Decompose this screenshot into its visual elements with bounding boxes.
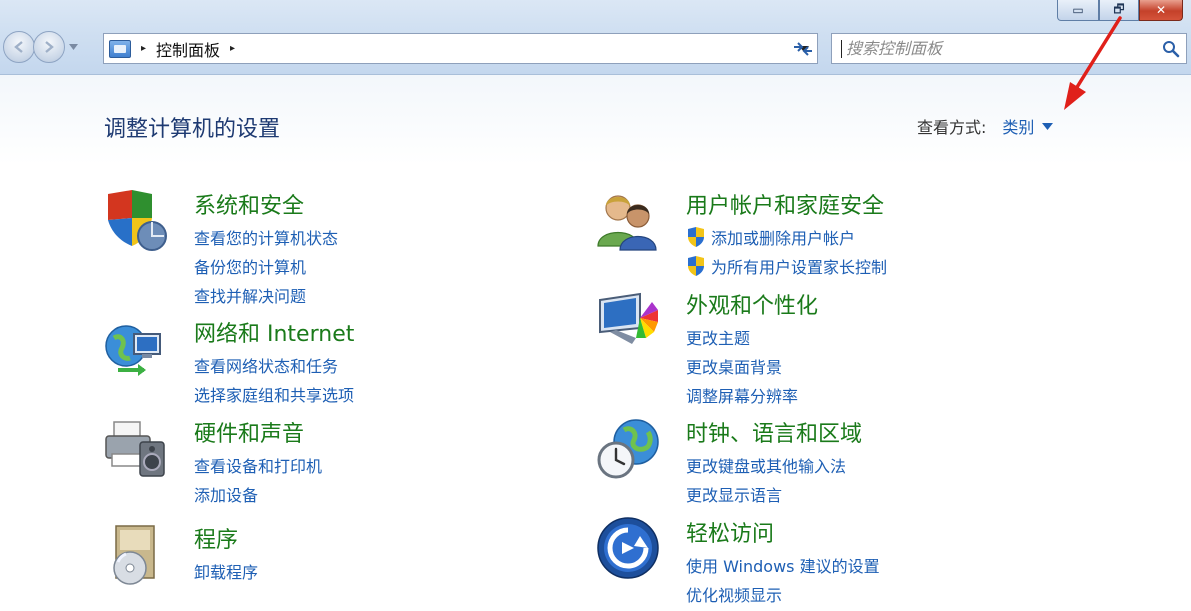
category-title[interactable]: 程序 xyxy=(194,522,238,554)
link-optimize-video-display[interactable]: 优化视频显示 xyxy=(686,579,880,608)
link-view-devices-printers[interactable]: 查看设备和打印机 xyxy=(194,450,322,479)
category-links: 使用 Windows 建议的设置 优化视频显示 xyxy=(686,550,880,608)
window-controls: ▭ 🗗 ✕ xyxy=(1057,0,1183,21)
link-use-windows-recommended[interactable]: 使用 Windows 建议的设置 xyxy=(686,550,880,579)
breadcrumb-separator[interactable]: ▸ xyxy=(230,43,235,54)
recent-pages-dropdown-icon[interactable] xyxy=(69,44,78,50)
breadcrumb-control-panel[interactable]: 控制面板 xyxy=(156,37,220,61)
link-uninstall-program[interactable]: 卸载程序 xyxy=(194,556,258,585)
search-box[interactable] xyxy=(831,33,1187,64)
refresh-button[interactable] xyxy=(786,33,820,64)
category-title[interactable]: 轻松访问 xyxy=(686,516,774,548)
category-title[interactable]: 时钟、语言和区域 xyxy=(686,416,862,448)
search-input[interactable] xyxy=(846,39,1156,58)
category-title[interactable]: 外观和个性化 xyxy=(686,288,818,320)
category-hardware-sound: 硬件和声音 查看设备和打印机 添加设备 xyxy=(104,416,524,508)
category-title[interactable]: 系统和安全 xyxy=(194,188,304,220)
link-add-device[interactable]: 添加设备 xyxy=(194,479,322,508)
page-title: 调整计算机的设置 xyxy=(104,117,281,142)
system-security-shield-icon[interactable] xyxy=(104,188,168,252)
view-mode-value[interactable]: 类别 xyxy=(1002,114,1034,138)
link-label[interactable]: 为所有用户设置家长控制 xyxy=(711,254,887,278)
control-panel-icon xyxy=(109,39,131,58)
navigation-buttons xyxy=(3,31,78,63)
category-title[interactable]: 网络和 Internet xyxy=(194,316,354,348)
category-title[interactable]: 硬件和声音 xyxy=(194,416,304,448)
category-links: 添加或删除用户帐户 为所有用户设置家长控制 xyxy=(686,222,887,280)
text-caret xyxy=(841,39,842,58)
programs-disc-icon[interactable] xyxy=(104,522,168,586)
link-parental-controls[interactable]: 为所有用户设置家长控制 xyxy=(686,251,887,280)
category-user-accounts: 用户帐户和家庭安全 添加或删除用户帐户 为所有用户设置家长控制 xyxy=(596,188,1016,280)
link-add-remove-accounts[interactable]: 添加或删除用户帐户 xyxy=(686,222,887,251)
category-links: 卸载程序 xyxy=(194,556,258,585)
uac-shield-icon xyxy=(688,226,704,247)
appearance-monitor-icon[interactable] xyxy=(596,288,660,352)
category-programs: 程序 卸载程序 xyxy=(104,522,524,602)
category-appearance: 外观和个性化 更改主题 更改桌面背景 调整屏幕分辨率 xyxy=(596,288,1016,408)
search-icon[interactable] xyxy=(1162,40,1180,58)
category-links: 更改主题 更改桌面背景 调整屏幕分辨率 xyxy=(686,322,798,409)
address-bar[interactable]: ▸ 控制面板 ▸ xyxy=(103,33,818,64)
close-button[interactable]: ✕ xyxy=(1139,0,1183,21)
category-links: 查看设备和打印机 添加设备 xyxy=(194,450,322,508)
link-homegroup-sharing[interactable]: 选择家庭组和共享选项 xyxy=(194,379,354,408)
network-globe-icon[interactable] xyxy=(104,316,168,380)
category-ease-of-access: 轻松访问 使用 Windows 建议的设置 优化视频显示 xyxy=(596,516,1016,608)
category-links: 查看网络状态和任务 选择家庭组和共享选项 xyxy=(194,350,354,408)
category-clock-language-region: 时钟、语言和区域 更改键盘或其他输入法 更改显示语言 xyxy=(596,416,1016,508)
category-system-security: 系统和安全 查看您的计算机状态 备份您的计算机 查找并解决问题 xyxy=(104,188,524,308)
link-change-desktop-background[interactable]: 更改桌面背景 xyxy=(686,351,798,380)
clock-globe-icon[interactable] xyxy=(596,416,660,480)
back-button[interactable] xyxy=(3,31,35,63)
uac-shield-icon xyxy=(688,255,704,276)
category-title[interactable]: 用户帐户和家庭安全 xyxy=(686,188,884,220)
link-change-display-language[interactable]: 更改显示语言 xyxy=(686,479,846,508)
printer-speaker-icon[interactable] xyxy=(104,416,168,480)
view-mode-label: 查看方式: xyxy=(917,118,987,137)
refresh-icon xyxy=(794,41,812,56)
link-view-network-status[interactable]: 查看网络状态和任务 xyxy=(194,350,354,379)
window-chrome: ▭ 🗗 ✕ ▸ 控制面板 ▸ xyxy=(0,0,1191,75)
category-links: 更改键盘或其他输入法 更改显示语言 xyxy=(686,450,846,508)
link-view-computer-status[interactable]: 查看您的计算机状态 xyxy=(194,222,338,251)
link-label[interactable]: 添加或删除用户帐户 xyxy=(711,225,855,249)
view-mode-selector: 查看方式: 类别 xyxy=(917,114,1054,138)
link-find-fix-problems[interactable]: 查找并解决问题 xyxy=(194,280,338,309)
category-links: 查看您的计算机状态 备份您的计算机 查找并解决问题 xyxy=(194,222,338,309)
category-network-internet: 网络和 Internet 查看网络状态和任务 选择家庭组和共享选项 xyxy=(104,316,524,408)
chevron-down-icon[interactable] xyxy=(1042,122,1054,130)
forward-button[interactable] xyxy=(33,31,65,63)
link-backup-computer[interactable]: 备份您的计算机 xyxy=(194,251,338,280)
ease-of-access-icon[interactable] xyxy=(596,516,660,580)
restore-button[interactable]: 🗗 xyxy=(1099,0,1139,21)
minimize-button[interactable]: ▭ xyxy=(1057,0,1099,21)
link-change-theme[interactable]: 更改主题 xyxy=(686,322,798,351)
link-adjust-resolution[interactable]: 调整屏幕分辨率 xyxy=(686,380,798,409)
breadcrumb-separator[interactable]: ▸ xyxy=(141,43,146,54)
arrow-right-icon xyxy=(45,41,54,53)
arrow-left-icon xyxy=(14,41,23,53)
link-change-input-method[interactable]: 更改键盘或其他输入法 xyxy=(686,450,846,479)
user-accounts-icon[interactable] xyxy=(596,188,660,252)
